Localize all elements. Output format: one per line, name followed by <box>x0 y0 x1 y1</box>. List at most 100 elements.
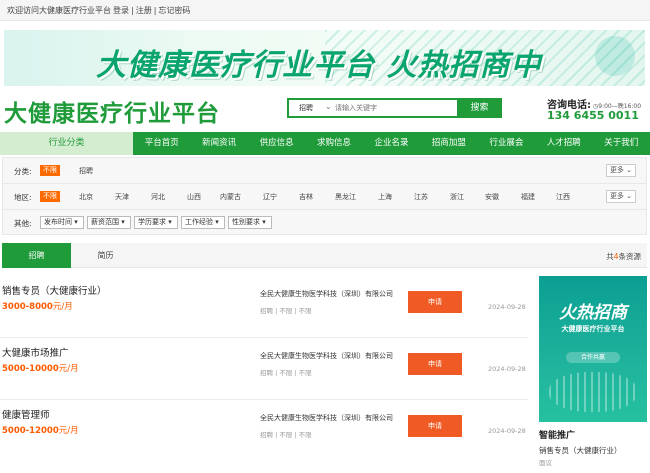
filter-selected-tag[interactable]: 不限 <box>40 165 60 176</box>
separator: | <box>131 6 134 15</box>
chevron-down-icon: ▾ <box>168 218 172 226</box>
nav-item-home[interactable]: 平台首页 <box>133 132 190 155</box>
result-tabs: 招聘 简历 共4条资源 <box>2 243 647 268</box>
promo-job-link[interactable]: 销售专员（大健康行业） <box>539 445 622 456</box>
dropdown-label: 薪资范围 <box>91 218 119 226</box>
nav-item-about[interactable]: 关于我们 <box>593 132 650 155</box>
tab-recruit[interactable]: 招聘 <box>2 243 71 268</box>
company-name[interactable]: 全民大健康生物医学科技（深圳）有限公司 <box>260 289 393 299</box>
dropdown-education[interactable]: 学历要求 ▾ <box>134 216 178 229</box>
dna-helix-decoration <box>549 372 637 412</box>
more-button[interactable]: 更多 ⌄ <box>606 190 636 203</box>
search-button[interactable]: 搜索 <box>457 98 502 118</box>
apply-button[interactable]: 申请 <box>408 353 462 375</box>
promo-job-salary: 面议 <box>539 459 552 467</box>
search-box: 招聘 ⌄ 搜索 <box>287 98 502 118</box>
salary-unit: 元/月 <box>58 364 79 374</box>
region-option[interactable]: 辽宁 <box>263 192 277 202</box>
region-option[interactable]: 福建 <box>521 192 535 202</box>
job-row: 大健康市场推广 5000-10000元/月 全民大健康生物医学科技（深圳）有限公… <box>0 338 528 400</box>
dropdown-gender[interactable]: 性别要求 ▾ <box>228 216 272 229</box>
region-option[interactable]: 内蒙古 <box>220 192 241 202</box>
more-button[interactable]: 更多 ⌄ <box>606 164 636 177</box>
more-label: 更多 <box>609 192 624 200</box>
banner-text: 大健康医疗行业平台 火热招商中 <box>96 48 542 83</box>
dropdown-experience[interactable]: 工作经验 ▾ <box>181 216 225 229</box>
region-option[interactable]: 上海 <box>378 192 392 202</box>
register-link[interactable]: 注册 <box>136 6 152 15</box>
job-title[interactable]: 健康管理师 <box>2 407 50 421</box>
region-option[interactable]: 江西 <box>556 192 570 202</box>
more-label: 更多 <box>609 166 624 174</box>
nav-item-franchise[interactable]: 招商加盟 <box>420 132 477 155</box>
region-option[interactable]: 浙江 <box>450 192 464 202</box>
sidebar-ad[interactable]: 火热招商 大健康医疗行业平台 合作共赢 <box>539 276 647 422</box>
job-salary: 5000-10000元/月 <box>2 362 79 374</box>
main-nav: 行业分类 平台首页 新闻资讯 供应信息 求购信息 企业名录 招商加盟 行业展会 … <box>0 132 650 155</box>
chevron-down-icon: ▾ <box>262 218 266 226</box>
filter-row-category: 分类: 不限 招聘 更多 ⌄ <box>3 158 646 184</box>
job-meta: 招聘 | 不限 | 不限 <box>260 307 312 315</box>
job-title[interactable]: 销售专员（大健康行业） <box>2 283 107 297</box>
dropdown-publish-time[interactable]: 发布时间 ▾ <box>40 216 84 229</box>
nav-item-news[interactable]: 新闻资讯 <box>190 132 247 155</box>
apply-button[interactable]: 申请 <box>408 415 462 437</box>
company-name[interactable]: 全民大健康生物医学科技（深圳）有限公司 <box>260 351 393 361</box>
company-name[interactable]: 全民大健康生物医学科技（深圳）有限公司 <box>260 413 393 423</box>
nav-item-supply[interactable]: 供应信息 <box>248 132 305 155</box>
count-prefix: 共 <box>606 252 614 261</box>
region-option[interactable]: 天津 <box>115 192 129 202</box>
job-date: 2024-09-28 <box>488 303 526 311</box>
job-row: 销售专员（大健康行业） 3000-8000元/月 全民大健康生物医学科技（深圳）… <box>0 276 528 338</box>
dropdown-label: 发布时间 <box>44 218 72 226</box>
nav-item-companies[interactable]: 企业名录 <box>363 132 420 155</box>
filter-row-region: 地区: 不限 北京 天津 河北 山西 内蒙古 辽宁 吉林 黑龙江 上海 江苏 浙… <box>3 184 646 210</box>
tab-resume[interactable]: 简历 <box>71 243 140 268</box>
login-link[interactable]: 登录 <box>113 6 129 15</box>
nav-category[interactable]: 行业分类 <box>0 132 133 155</box>
job-title[interactable]: 大健康市场推广 <box>2 345 69 359</box>
dropdown-label: 学历要求 <box>138 218 166 226</box>
apply-button[interactable]: 申请 <box>408 291 462 313</box>
search-type-select[interactable]: 招聘 <box>299 103 313 113</box>
region-option[interactable]: 黑龙江 <box>335 192 356 202</box>
top-bar: 欢迎访问大健康医疗行业平台 登录 | 注册 | 忘记密码 <box>0 0 650 21</box>
job-salary: 3000-8000元/月 <box>2 300 73 312</box>
salary-range: 5000-10000 <box>2 364 59 374</box>
region-option[interactable]: 江苏 <box>414 192 428 202</box>
dropdown-salary[interactable]: 薪资范围 ▾ <box>87 216 131 229</box>
forgot-password-link[interactable]: 忘记密码 <box>158 6 190 15</box>
filter-panel: 分类: 不限 招聘 更多 ⌄ 地区: 不限 北京 天津 河北 山西 内蒙古 辽宁… <box>2 157 647 235</box>
job-salary: 5000-12000元/月 <box>2 424 79 436</box>
chevron-down-icon: ▾ <box>74 218 78 226</box>
dropdown-label: 性别要求 <box>232 218 260 226</box>
region-option[interactable]: 北京 <box>79 192 93 202</box>
chevron-down-icon[interactable]: ⌄ <box>325 102 332 111</box>
banner-circle-decoration <box>595 36 635 76</box>
salary-unit: 元/月 <box>52 302 73 312</box>
chevron-down-icon: ⌄ <box>626 192 633 200</box>
site-logo[interactable]: 大健康医疗行业平台 <box>4 94 220 128</box>
filter-label: 分类: <box>14 167 32 176</box>
promo-banner[interactable]: 大健康医疗行业平台 火热招商中 <box>4 30 645 86</box>
promo-section-title: 智能推广 <box>539 431 576 441</box>
site-header: 大健康医疗行业平台 招聘 ⌄ 搜索 咨询电话:◷9:00—晚16:00 134 … <box>0 88 650 128</box>
nav-item-exhibitions[interactable]: 行业展会 <box>478 132 535 155</box>
job-date: 2024-09-28 <box>488 365 526 373</box>
region-option[interactable]: 安徽 <box>485 192 499 202</box>
salary-unit: 元/月 <box>58 426 79 436</box>
chevron-down-icon: ▾ <box>121 218 125 226</box>
ad-title: 火热招商 <box>559 303 627 323</box>
filter-label: 地区: <box>14 193 32 202</box>
chevron-down-icon: ⌄ <box>626 166 633 174</box>
search-input[interactable] <box>335 100 455 116</box>
region-option[interactable]: 吉林 <box>299 192 313 202</box>
nav-item-purchase[interactable]: 求购信息 <box>305 132 362 155</box>
region-option[interactable]: 山西 <box>187 192 201 202</box>
nav-item-jobs[interactable]: 人才招聘 <box>535 132 592 155</box>
filter-selected-tag[interactable]: 不限 <box>40 191 60 202</box>
job-date: 2024-09-28 <box>488 427 526 435</box>
job-row: 健康管理师 5000-12000元/月 全民大健康生物医学科技（深圳）有限公司 … <box>0 400 528 462</box>
filter-option[interactable]: 招聘 <box>79 166 93 176</box>
region-option[interactable]: 河北 <box>151 192 165 202</box>
